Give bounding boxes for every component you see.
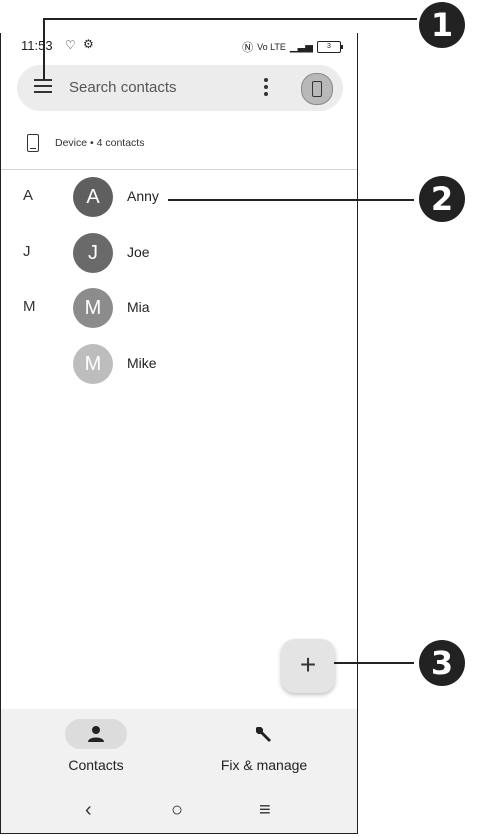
recents-icon[interactable]: ≡ (259, 799, 271, 822)
system-nav: ‹ ○ ≡ (1, 799, 357, 823)
status-bar: 11:53 ♡ ⚙ Ⓝ Vo LTE ▁▃▅ 3 (1, 33, 357, 59)
avatar: J (73, 233, 113, 273)
divider (1, 169, 357, 170)
search-bar[interactable]: Search contacts (17, 65, 343, 111)
contact-name: Mia (127, 299, 150, 315)
device-icon (27, 134, 39, 152)
signal-icon: ▁▃▅ (289, 41, 313, 53)
nav-pill (65, 719, 127, 749)
contact-name: Anny (127, 188, 159, 204)
contact-name: Mike (127, 355, 157, 371)
callout-badge: 3 (419, 640, 465, 686)
avatar: M (73, 344, 113, 384)
callout-line (43, 18, 45, 80)
gear-icon: ⚙ (83, 37, 94, 51)
callout-line (43, 18, 417, 20)
nfc-icon: Ⓝ (242, 42, 254, 54)
battery-icon: 3 (317, 41, 343, 53)
account-selector[interactable]: Device • 4 contacts (27, 131, 144, 155)
home-icon[interactable]: ○ (171, 799, 183, 822)
nav-pill (233, 719, 295, 749)
account-avatar[interactable] (301, 73, 333, 105)
contact-name: Joe (127, 244, 150, 260)
section-letter: M (23, 298, 36, 315)
menu-icon[interactable] (34, 79, 54, 97)
nav-label: Fix & manage (220, 757, 308, 773)
phone-screen: 11:53 ♡ ⚙ Ⓝ Vo LTE ▁▃▅ 3 Search contacts… (0, 33, 358, 834)
contact-row[interactable]: A A Anny (1, 175, 357, 219)
add-contact-button[interactable]: + (281, 639, 335, 693)
wrench-icon (256, 727, 271, 742)
contact-row[interactable]: J J Joe (1, 231, 357, 275)
avatar: M (73, 288, 113, 328)
nav-label: Contacts (68, 757, 124, 773)
callout-line (334, 662, 414, 664)
nav-contacts[interactable]: Contacts (26, 719, 166, 779)
search-input[interactable]: Search contacts (69, 79, 177, 96)
callout-badge: 2 (419, 176, 465, 222)
more-options-icon[interactable] (263, 78, 269, 98)
avatar: A (73, 177, 113, 217)
status-time: 11:53 (21, 38, 53, 53)
volte-text: Vo LTE (257, 42, 286, 52)
person-icon (88, 726, 104, 742)
nav-fix-manage[interactable]: Fix & manage (194, 719, 334, 779)
contact-row[interactable]: M Mike (1, 342, 357, 386)
status-right: Ⓝ Vo LTE ▁▃▅ 3 (242, 39, 343, 55)
contact-row[interactable]: M M Mia (1, 286, 357, 330)
callout-badge: 1 (419, 2, 465, 48)
callout-line (168, 199, 414, 201)
back-icon[interactable]: ‹ (85, 799, 92, 822)
account-label: Device • 4 contacts (55, 137, 145, 149)
section-letter: J (23, 243, 31, 260)
section-letter: A (23, 187, 34, 204)
heart-icon: ♡ (65, 38, 76, 52)
bottom-nav: Contacts Fix & manage ‹ ○ ≡ (1, 709, 357, 833)
phone-icon (312, 81, 322, 97)
